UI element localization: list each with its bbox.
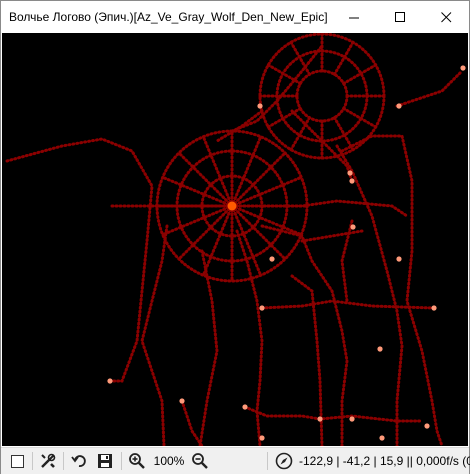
close-button[interactable]: [423, 1, 469, 33]
settings-tools-button[interactable]: [37, 448, 59, 474]
toggle-checkbox[interactable]: [7, 448, 27, 474]
map-canvas[interactable]: [2, 33, 468, 446]
player-position-marker[interactable]: [227, 201, 237, 211]
zoom-out-icon: [192, 453, 208, 469]
path-segment: [230, 204, 287, 261]
path-segment: [180, 399, 204, 446]
path-segment: [333, 40, 355, 76]
path-segment: [342, 63, 378, 85]
path-segment: [5, 137, 154, 383]
path-endpoint-marker[interactable]: [107, 378, 113, 384]
path-endpoint-marker[interactable]: [377, 346, 383, 352]
save-button[interactable]: [94, 448, 116, 474]
path-segment: [300, 229, 364, 243]
path-endpoint-marker[interactable]: [242, 404, 248, 410]
status-bar: 100% -122,9 | -41,2 | 15,9 || 0,000f/s (…: [1, 447, 470, 474]
path-endpoint-marker[interactable]: [431, 305, 437, 311]
app-window: Волчье Логово (Эпич.)[Az_Ve_Gray_Wolf_De…: [0, 0, 470, 474]
path-endpoint-marker[interactable]: [396, 103, 402, 109]
close-icon: [440, 11, 451, 22]
minimize-button[interactable]: [331, 1, 377, 33]
zoom-level-text: 100%: [153, 454, 185, 468]
navigation-compass-icon: [275, 452, 293, 470]
path-segment: [266, 107, 302, 129]
path-network: [5, 33, 464, 446]
divider: [267, 452, 268, 470]
path-segment: [243, 405, 424, 423]
divider: [63, 452, 64, 470]
divider: [32, 452, 33, 470]
path-segment: [161, 204, 234, 237]
path-segment: [230, 204, 303, 237]
path-endpoint-marker[interactable]: [269, 256, 275, 262]
path-segment: [342, 107, 378, 129]
path-segment: [177, 204, 234, 261]
path-segment: [230, 204, 263, 277]
path-endpoint-marker[interactable]: [379, 435, 385, 441]
undo-button[interactable]: [68, 448, 90, 474]
path-segment: [235, 229, 264, 446]
path-segment: [177, 151, 234, 208]
navigation-button[interactable]: [273, 448, 295, 474]
zoom-in-button[interactable]: [126, 448, 148, 474]
zoom-out-button[interactable]: [189, 448, 211, 474]
path-segment: [266, 63, 302, 85]
title-bar: Волчье Логово (Эпич.)[Az_Ve_Gray_Wolf_De…: [1, 1, 469, 33]
undo-icon: [71, 455, 86, 467]
coordinates-readout: -122,9 | -41,2 | 15,9 || 0,000f/s (0): [299, 448, 470, 474]
path-segment: [230, 175, 303, 208]
path-endpoint-marker[interactable]: [349, 178, 355, 184]
path-ring: [295, 69, 349, 123]
divider: [121, 452, 122, 470]
path-endpoint-marker[interactable]: [317, 416, 323, 422]
path-endpoint-marker[interactable]: [257, 103, 263, 109]
path-endpoint-marker[interactable]: [460, 65, 466, 71]
path-map[interactable]: [2, 33, 468, 446]
maximize-button[interactable]: [377, 1, 423, 33]
path-endpoint-marker[interactable]: [424, 423, 430, 429]
zoom-level: 100%: [151, 448, 187, 474]
path-endpoint-marker[interactable]: [349, 416, 355, 422]
path-segment: [198, 249, 219, 446]
path-segment: [215, 109, 264, 143]
path-segment: [161, 175, 234, 208]
minimize-icon: [348, 17, 359, 18]
path-segment: [260, 224, 349, 446]
path-segment: [201, 135, 234, 208]
window-title: Волчье Логово (Эпич.)[Az_Ve_Gray_Wolf_De…: [9, 10, 328, 24]
path-endpoint-marker[interactable]: [396, 256, 402, 262]
path-segment: [290, 274, 324, 446]
settings-tools-icon: [41, 453, 56, 468]
path-endpoint-marker[interactable]: [350, 224, 356, 230]
maximize-icon: [394, 11, 405, 22]
path-endpoint-marker[interactable]: [259, 435, 265, 441]
checkbox-box[interactable]: [10, 454, 24, 468]
path-segment: [230, 135, 263, 208]
path-endpoint-marker[interactable]: [347, 170, 353, 176]
path-segment: [395, 69, 464, 108]
path-segment: [230, 151, 287, 208]
save-icon: [98, 454, 112, 468]
coordinates-text: -122,9 | -41,2 | 15,9 || 0,000f/s (0): [299, 454, 470, 468]
path-endpoint-marker[interactable]: [259, 305, 265, 311]
path-segment: [289, 40, 311, 76]
zoom-in-icon: [129, 453, 145, 469]
path-segment: [289, 116, 311, 152]
path-endpoint-marker[interactable]: [179, 398, 185, 404]
path-segment: [201, 204, 234, 277]
